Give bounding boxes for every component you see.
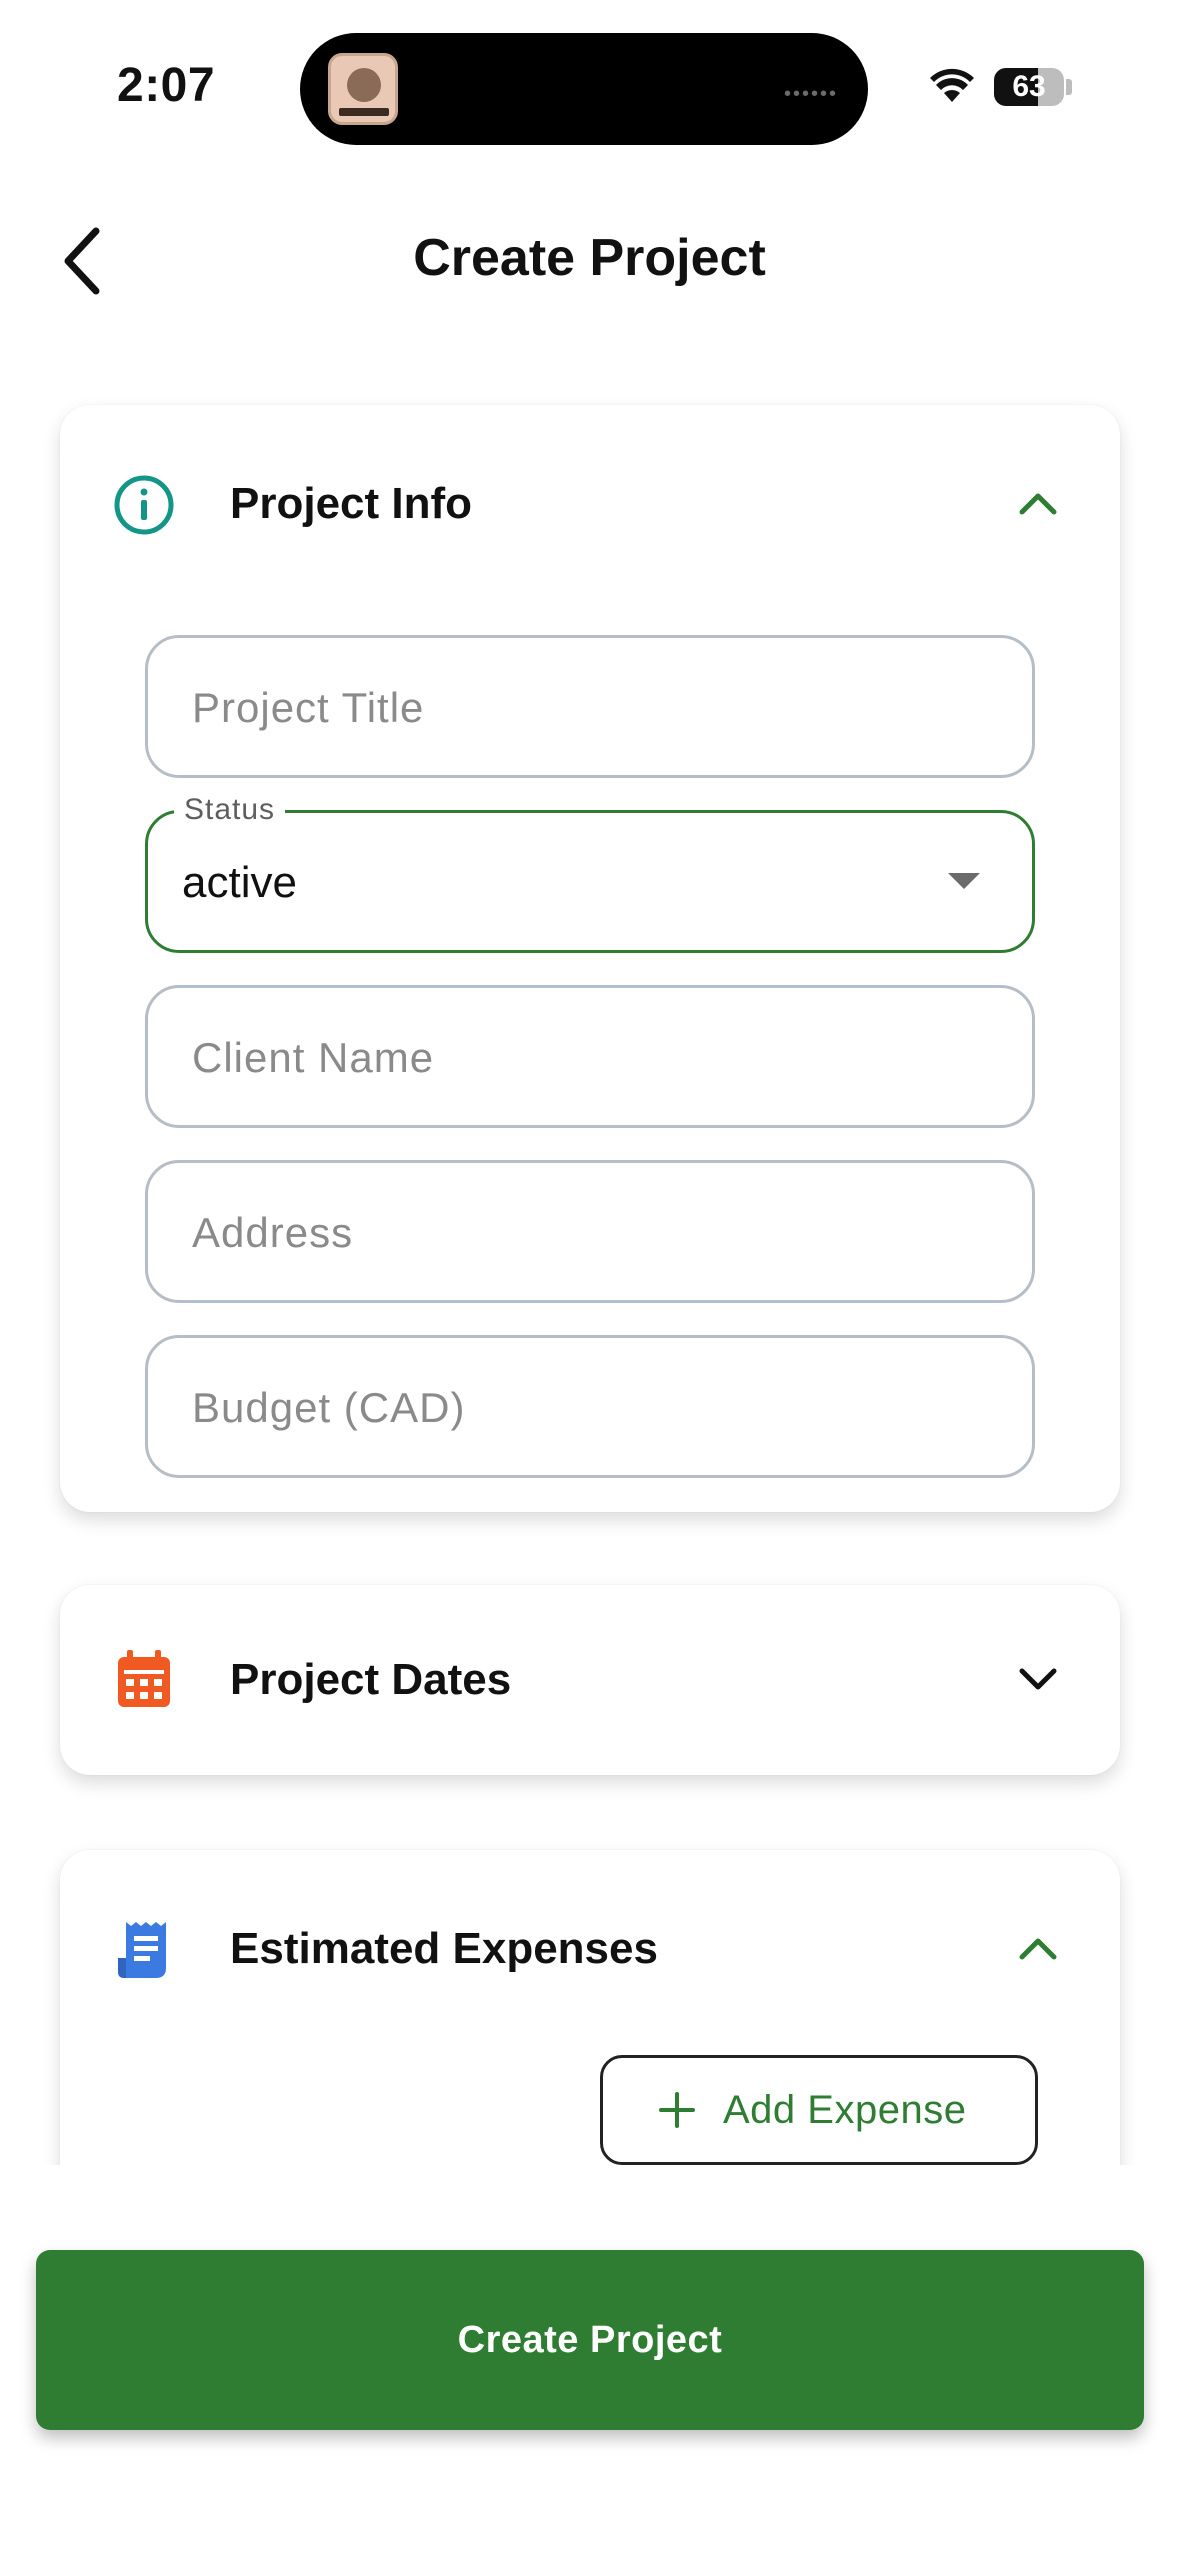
chevron-up-icon[interactable] xyxy=(1016,1933,1060,1963)
create-project-button[interactable]: Create Project xyxy=(36,2250,1144,2430)
project-title-field[interactable] xyxy=(145,635,1035,778)
battery-icon: 63 xyxy=(994,68,1064,106)
address-field[interactable] xyxy=(145,1160,1035,1303)
info-circle-icon xyxy=(114,475,174,535)
dropdown-caret-icon xyxy=(948,873,980,889)
status-time: 2:07 xyxy=(117,59,216,112)
chevron-up-icon[interactable] xyxy=(1016,488,1060,518)
activity-dots-icon: •••••• xyxy=(783,83,838,105)
project-info-title: Project Info xyxy=(230,479,473,528)
project-dates-title: Project Dates xyxy=(230,1655,512,1704)
wifi-icon xyxy=(930,68,974,102)
budget-field[interactable] xyxy=(145,1335,1035,1478)
project-info-card: Project Info Status active xyxy=(60,405,1120,1512)
battery-percent: 63 xyxy=(1012,70,1046,103)
status-select[interactable]: Status active xyxy=(145,793,1035,953)
calendar-icon xyxy=(118,1650,170,1707)
address-input[interactable] xyxy=(192,1205,1002,1261)
receipt-icon xyxy=(118,1922,166,1978)
client-name-field[interactable] xyxy=(145,985,1035,1128)
estimated-expenses-title: Estimated Expenses xyxy=(230,1924,658,1973)
plus-icon xyxy=(659,2092,695,2128)
chevron-down-icon[interactable] xyxy=(1016,1665,1060,1695)
status-label: Status xyxy=(174,793,286,827)
budget-input[interactable] xyxy=(192,1380,1002,1436)
screen: 2:07 •••••• 63 Create Project Project In… xyxy=(0,0,1179,2556)
status-value: active xyxy=(182,858,297,907)
live-activity-app-icon xyxy=(328,53,398,125)
battery-cap xyxy=(1066,79,1072,95)
dynamic-island: •••••• xyxy=(300,33,868,145)
project-title-input[interactable] xyxy=(192,680,1002,736)
add-expense-button[interactable]: Add Expense xyxy=(600,2055,1038,2165)
add-expense-label: Add Expense xyxy=(723,2088,967,2132)
page-title: Create Project xyxy=(413,229,766,287)
project-dates-card[interactable]: Project Dates xyxy=(60,1585,1120,1775)
client-name-input[interactable] xyxy=(192,1030,1002,1086)
